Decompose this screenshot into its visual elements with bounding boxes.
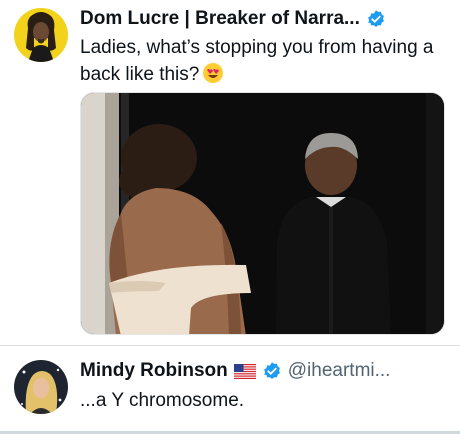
tweet-reply[interactable]: Mindy Robinson @iheartmi... ...a Y chrom… — [0, 346, 460, 434]
tweet-text-content: Ladies, what’s stopping you from having … — [80, 37, 434, 85]
verified-badge-icon — [262, 361, 282, 381]
author-name[interactable]: Dom Lucre | Breaker of Narra... — [80, 8, 360, 30]
verified-badge-icon — [366, 9, 386, 29]
tweet-post[interactable]: Dom Lucre | Breaker of Narra... Ladies, … — [0, 0, 460, 346]
us-flag-icon — [233, 363, 256, 379]
tweet-header: Dom Lucre | Breaker of Narra... — [80, 8, 386, 30]
heart-eyes-emoji-icon — [202, 62, 224, 84]
tweet-text-content: ...a Y chromosome. — [80, 390, 245, 411]
author-handle[interactable]: @iheartmi... — [288, 360, 391, 382]
tweet-text: ...a Y chromosome. — [80, 387, 440, 414]
tweet-image[interactable] — [80, 92, 445, 335]
tweet-header: Mindy Robinson @iheartmi... — [80, 360, 390, 382]
avatar[interactable] — [14, 360, 68, 414]
tweet-text: Ladies, what’s stopping you from having … — [80, 34, 440, 88]
author-name[interactable]: Mindy Robinson — [80, 360, 228, 382]
avatar[interactable] — [14, 8, 68, 62]
